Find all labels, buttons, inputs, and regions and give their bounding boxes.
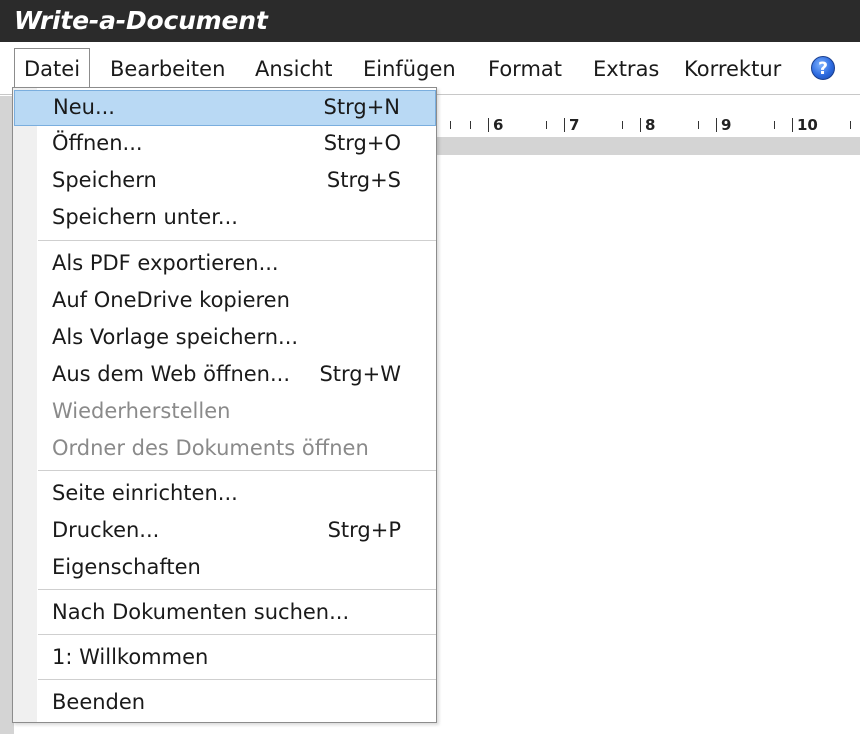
ruler-tick-major xyxy=(792,118,793,132)
ruler-tick-major xyxy=(564,118,565,132)
menu-separator xyxy=(38,679,436,680)
menu-item-label: Als PDF exportieren... xyxy=(52,251,279,275)
menu-item-label: Eigenschaften xyxy=(52,555,201,579)
ruler-number: 6 xyxy=(493,116,504,134)
menu-item-drucken[interactable]: Drucken... Strg+P xyxy=(14,514,436,550)
menu-datei[interactable]: Datei xyxy=(14,48,91,90)
ruler-number: 7 xyxy=(569,116,580,134)
menu-item-shortcut: Strg+O xyxy=(323,131,401,155)
menu-item-recent-1[interactable]: 1: Willkommen xyxy=(14,641,436,677)
app-title: Write-a-Document xyxy=(14,6,268,35)
menu-item-label: Speichern xyxy=(52,168,157,192)
menu-einfuegen[interactable]: Einfügen xyxy=(363,49,456,89)
menu-item-speichern[interactable]: Speichern Strg+S xyxy=(14,164,436,200)
ruler-tick xyxy=(450,121,451,129)
menu-item-beenden[interactable]: Beenden xyxy=(14,686,436,722)
menu-item-label: Als Vorlage speichern... xyxy=(52,325,299,349)
ruler-tick xyxy=(546,121,547,129)
menu-korrektur[interactable]: Korrektur xyxy=(684,49,781,89)
ruler-number: 8 xyxy=(645,116,656,134)
menu-item-label: Seite einrichten... xyxy=(52,481,238,505)
menu-separator xyxy=(38,634,436,635)
menu-item-shortcut: Strg+W xyxy=(319,362,401,386)
menu-item-label: Nach Dokumenten suchen... xyxy=(52,600,350,624)
menu-item-ordner-oeffnen: Ordner des Dokuments öffnen xyxy=(14,432,436,468)
ruler-tick xyxy=(774,121,775,129)
menu-item-label: Öffnen... xyxy=(52,131,143,155)
menu-separator xyxy=(38,240,436,241)
menu-item-label: Auf OneDrive kopieren xyxy=(52,288,290,312)
menu-item-label: Wiederherstellen xyxy=(52,399,231,423)
ruler-tick xyxy=(850,121,851,129)
menu-item-seite-einrichten[interactable]: Seite einrichten... xyxy=(14,477,436,513)
ruler-number: 10 xyxy=(797,116,818,134)
ruler-tick-major xyxy=(488,118,489,132)
menu-item-pdf-export[interactable]: Als PDF exportieren... xyxy=(14,247,436,283)
ruler-tick-major xyxy=(716,118,717,132)
menu-item-label: Beenden xyxy=(52,690,146,714)
ruler-number: 9 xyxy=(721,116,732,134)
menu-item-oeffnen[interactable]: Öffnen... Strg+O xyxy=(14,127,436,163)
menu-item-dokumente-suchen[interactable]: Nach Dokumenten suchen... xyxy=(14,596,436,632)
menu-format[interactable]: Format xyxy=(488,49,562,89)
menu-item-eigenschaften[interactable]: Eigenschaften xyxy=(14,551,436,587)
menu-item-speichern-unter[interactable]: Speichern unter... xyxy=(14,201,436,237)
menu-item-label: Ordner des Dokuments öffnen xyxy=(52,436,369,460)
help-icon[interactable]: ? xyxy=(811,56,835,80)
menu-item-label: Drucken... xyxy=(52,518,160,542)
menu-separator xyxy=(38,589,436,590)
menu-item-shortcut: Strg+N xyxy=(323,95,400,119)
menu-bearbeiten[interactable]: Bearbeiten xyxy=(110,49,225,89)
ruler-tick xyxy=(622,121,623,129)
menu-item-label: Speichern unter... xyxy=(52,205,238,229)
menu-item-onedrive[interactable]: Auf OneDrive kopieren xyxy=(14,284,436,320)
menu-item-neu[interactable]: Neu... Strg+N xyxy=(14,90,436,126)
title-bar: Write-a-Document xyxy=(0,0,860,42)
menu-item-vorlage[interactable]: Als Vorlage speichern... xyxy=(14,321,436,357)
menu-item-label: 1: Willkommen xyxy=(52,645,209,669)
menu-ansicht[interactable]: Ansicht xyxy=(255,49,333,89)
menu-item-shortcut: Strg+P xyxy=(327,518,401,542)
menu-extras[interactable]: Extras xyxy=(593,49,659,89)
menu-item-shortcut: Strg+S xyxy=(326,168,401,192)
menu-item-label: Neu... xyxy=(53,95,115,119)
menu-separator xyxy=(38,470,436,471)
file-menu-dropdown: Neu... Strg+N Öffnen... Strg+O Speichern… xyxy=(12,87,437,723)
menu-item-label: Aus dem Web öffnen... xyxy=(52,362,291,386)
ruler-tick xyxy=(698,121,699,129)
ruler-tick-major xyxy=(640,118,641,132)
ruler-tick xyxy=(470,121,471,129)
menu-item-web-oeffnen[interactable]: Aus dem Web öffnen... Strg+W xyxy=(14,358,436,394)
menu-item-wiederherstellen: Wiederherstellen xyxy=(14,395,436,431)
